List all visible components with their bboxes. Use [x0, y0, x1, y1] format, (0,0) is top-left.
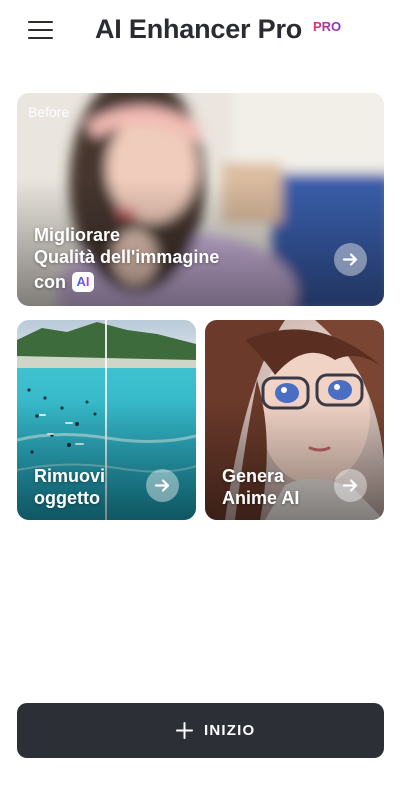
start-button[interactable]: INIZIO — [17, 703, 384, 758]
hamburger-menu-icon[interactable] — [28, 19, 54, 41]
anime-card-title: Genera Anime AI — [222, 465, 299, 509]
generate-anime-card[interactable]: Genera Anime AI — [205, 320, 384, 520]
plus-icon — [176, 722, 193, 739]
anime-title-line2: Anime AI — [222, 488, 300, 508]
arrow-right-icon[interactable] — [146, 469, 179, 502]
pro-badge[interactable]: PRO — [313, 19, 341, 34]
ai-badge: AI — [72, 271, 95, 292]
arrow-right-icon[interactable] — [334, 469, 367, 502]
start-button-label: INIZIO — [204, 722, 256, 739]
enhance-title-line3: con — [34, 272, 67, 292]
anime-title-line1: Genera — [222, 466, 285, 486]
remove-card-title: Rimuovi oggetto — [34, 465, 105, 509]
remove-title-line2: oggetto — [34, 488, 100, 508]
app-title: AI Enhancer Pro — [95, 14, 303, 44]
remove-title-line1: Rimuovi — [34, 466, 106, 486]
before-label: Before — [28, 104, 70, 120]
enhance-card-title: Migliorare Qualità dell'immagine con AI — [34, 224, 219, 293]
enhance-title-line2: Qualità dell'immagine — [34, 247, 220, 267]
arrow-right-icon[interactable] — [334, 243, 367, 276]
remove-object-card[interactable]: Rimuovi oggetto — [17, 320, 196, 520]
app-header: AI Enhancer Pro PRO — [0, 0, 401, 64]
enhance-title-line1: Migliorare — [34, 225, 121, 245]
enhance-image-card[interactable]: Before Migliorare Qualità dell'immagine … — [17, 93, 384, 306]
